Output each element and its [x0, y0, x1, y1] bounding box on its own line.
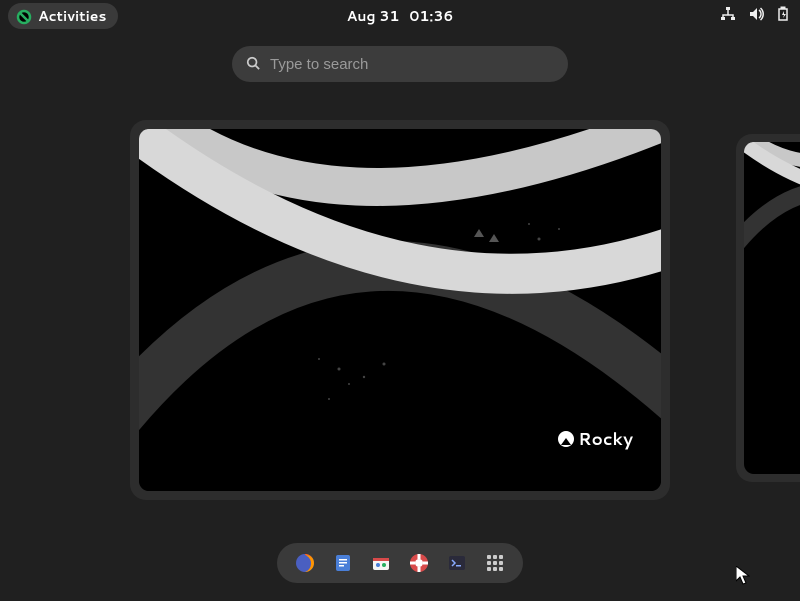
desktop-wallpaper-peek	[744, 142, 800, 474]
wallpaper-logo-text: Rocky	[578, 427, 633, 451]
desktop-wallpaper: Rocky	[139, 129, 661, 491]
rocky-mark-icon	[558, 431, 574, 447]
activities-label: Activities	[38, 6, 106, 26]
workspace-thumbnail-2[interactable]	[736, 134, 800, 482]
apps-grid-icon	[487, 555, 503, 571]
search-bar-container	[0, 46, 800, 82]
top-bar: Activities Aug 31 01:36	[0, 0, 800, 32]
search-input[interactable]	[270, 56, 554, 73]
cursor-icon	[736, 566, 750, 586]
search-field[interactable]	[232, 46, 568, 82]
wallpaper-logo: Rocky	[558, 427, 633, 451]
workspace-overview: Rocky	[0, 120, 800, 510]
dash-app-software[interactable]	[371, 553, 391, 573]
workspace-thumbnail-1[interactable]: Rocky	[130, 120, 670, 500]
clock-date: Aug 31	[347, 6, 400, 26]
network-icon[interactable]	[720, 5, 736, 28]
show-applications-button[interactable]	[485, 553, 505, 573]
clock-time: 01:36	[409, 6, 453, 26]
activities-icon	[16, 8, 32, 24]
dash-app-help[interactable]	[409, 553, 429, 573]
dash-app-terminal[interactable]	[447, 553, 467, 573]
power-icon[interactable]	[776, 5, 792, 28]
clock-button[interactable]: Aug 31 01:36	[347, 6, 454, 26]
system-tray[interactable]	[720, 5, 792, 28]
dash-app-firefox[interactable]	[295, 553, 315, 573]
search-icon	[246, 53, 260, 76]
dash-app-notes[interactable]	[333, 553, 353, 573]
activities-button[interactable]: Activities	[8, 3, 118, 29]
dash-dock	[277, 543, 523, 583]
volume-icon[interactable]	[748, 5, 764, 28]
